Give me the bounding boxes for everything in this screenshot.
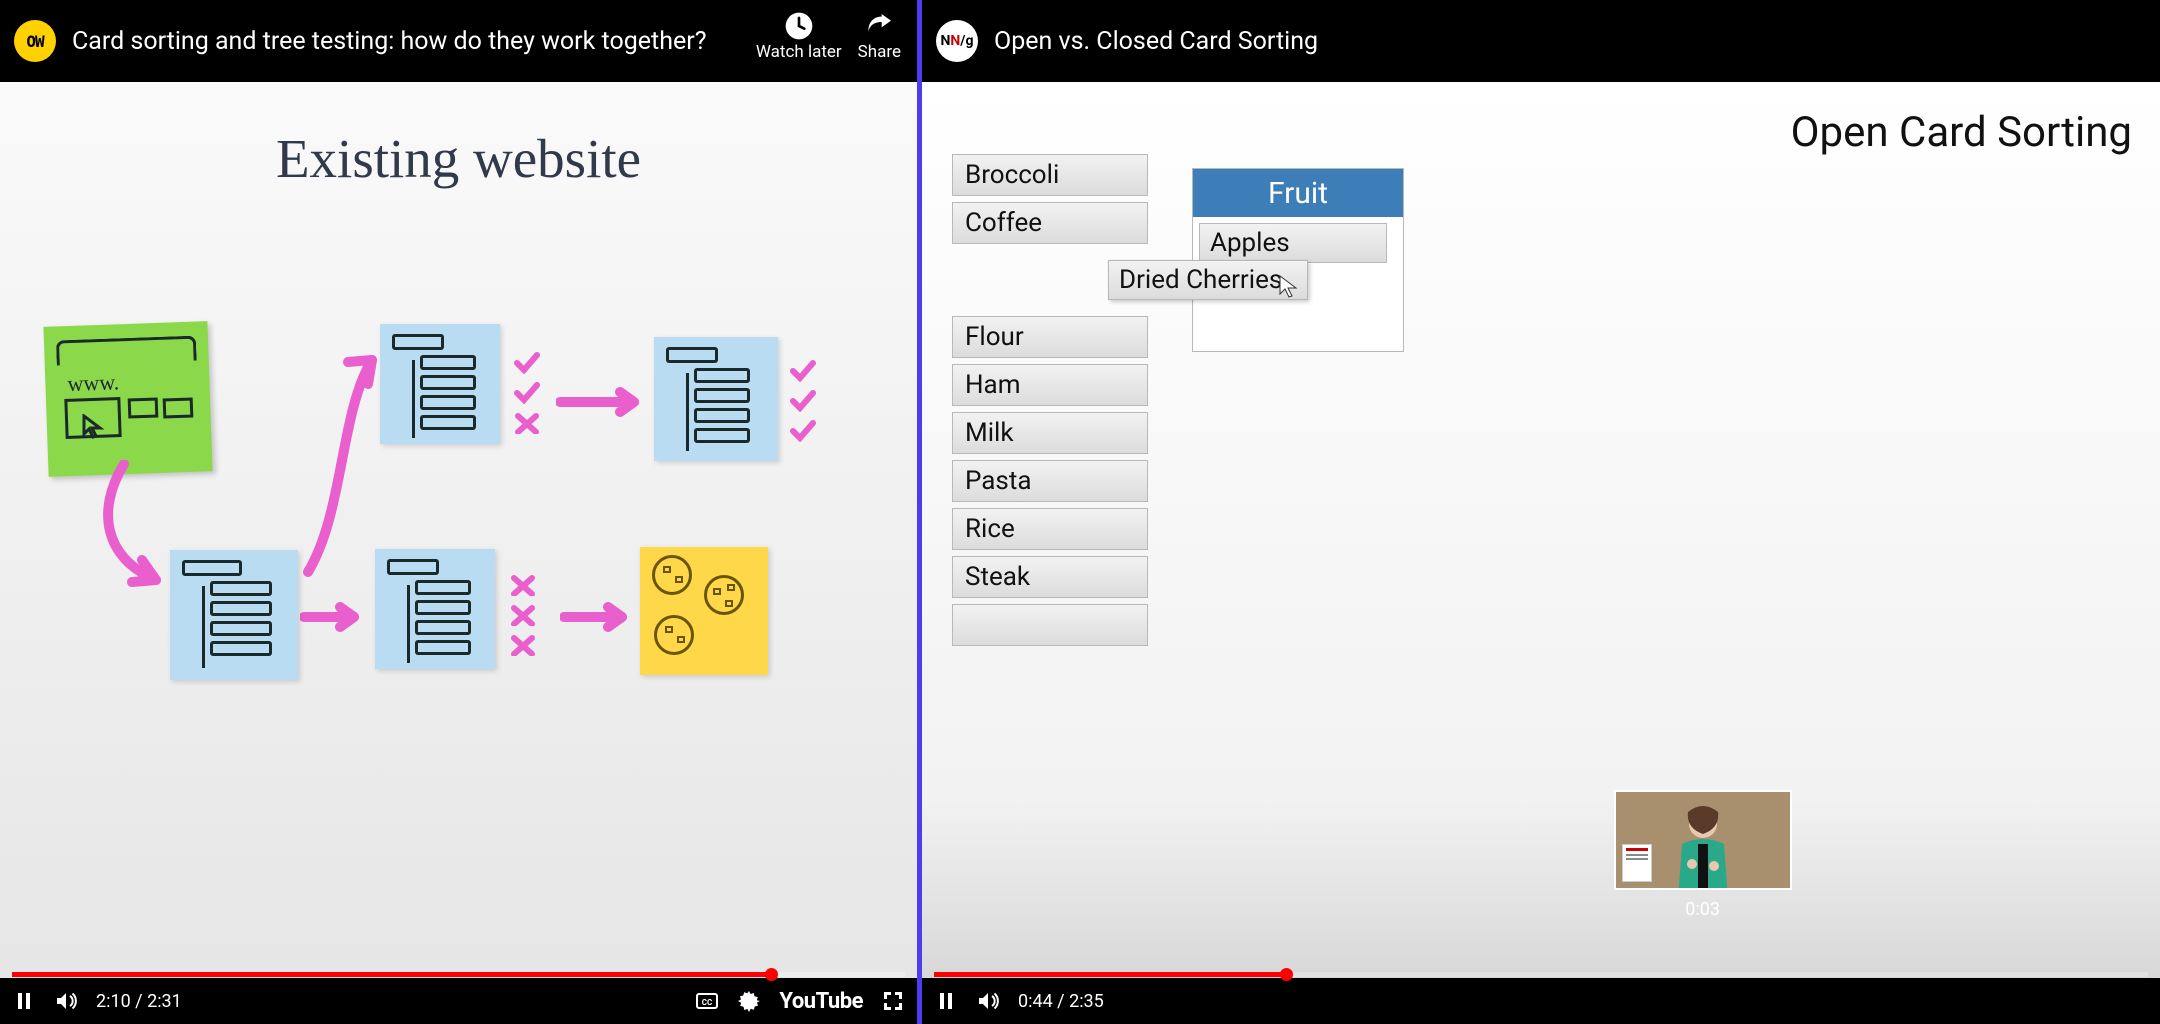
video-frame-right[interactable]: Open Card Sorting Broccoli Coffee Flour …	[922, 82, 2160, 978]
card-item: Milk	[952, 412, 1148, 454]
arrow-icon	[300, 602, 370, 632]
blue-sticky-tree	[170, 550, 298, 680]
video-header-left: OW Card sorting and tree testing: how do…	[0, 0, 917, 82]
clock-icon	[783, 10, 815, 42]
share-button[interactable]: Share	[858, 10, 901, 62]
card-item: Coffee	[952, 202, 1148, 244]
card-item: Flour	[952, 316, 1148, 358]
time-display: 2:10 / 2:31	[96, 991, 182, 1012]
check-marks	[514, 352, 540, 434]
card-item: Pasta	[952, 460, 1148, 502]
category-header: Fruit	[1193, 169, 1403, 217]
player-controls-left: 2:10 / 2:31 CC YouTube	[0, 978, 917, 1024]
card-item: .	[952, 604, 1148, 646]
green-box	[163, 397, 194, 418]
card-column: Broccoli Coffee Flour Ham Milk Pasta Ric…	[952, 154, 1148, 646]
watch-later-button[interactable]: Watch later	[756, 10, 842, 62]
pause-icon[interactable]	[12, 989, 36, 1013]
card-item: Steak	[952, 556, 1148, 598]
arrow-icon	[560, 602, 640, 632]
captions-icon[interactable]: CC	[695, 989, 719, 1013]
volume-icon[interactable]	[976, 989, 1000, 1013]
slide-title: Open Card Sorting	[1791, 108, 2132, 157]
progress-bar[interactable]	[12, 972, 905, 977]
card-item: Broccoli	[952, 154, 1148, 196]
blue-sticky-tree	[654, 337, 778, 461]
video-header-right: NN/g Open vs. Closed Card Sorting	[922, 0, 2160, 82]
yellow-sticky-cookies	[640, 547, 768, 675]
cursor-icon	[82, 414, 108, 440]
arrow-icon	[300, 342, 388, 582]
arrow-icon	[556, 387, 652, 417]
video-pane-left: OW Card sorting and tree testing: how do…	[0, 0, 917, 1024]
x-marks	[510, 574, 536, 656]
pause-icon[interactable]	[934, 989, 958, 1013]
video-title: Open vs. Closed Card Sorting	[994, 27, 1318, 56]
youtube-logo[interactable]: YouTube	[779, 989, 863, 1014]
blue-sticky-tree	[380, 324, 500, 444]
card-item: Rice	[952, 508, 1148, 550]
share-icon	[863, 10, 895, 42]
volume-icon[interactable]	[54, 989, 78, 1013]
player-controls-right: 0:44 / 2:35	[922, 978, 2160, 1024]
slide-title: Existing website	[0, 127, 917, 190]
channel-avatar[interactable]: NN/g	[936, 20, 978, 62]
fullscreen-icon[interactable]	[881, 989, 905, 1013]
check-marks	[790, 360, 816, 442]
watch-later-label: Watch later	[756, 42, 842, 62]
card-item: Apples	[1199, 223, 1387, 263]
settings-icon[interactable]	[737, 989, 761, 1013]
seek-preview-time: 0:03	[1685, 899, 1720, 920]
card-item: Ham	[952, 364, 1148, 406]
green-box	[128, 397, 159, 418]
svg-text:CC: CC	[702, 998, 712, 1007]
share-label: Share	[858, 42, 901, 62]
seek-thumbnail	[1614, 790, 1792, 890]
video-pane-right: NN/g Open vs. Closed Card Sorting Open C…	[922, 0, 2160, 1024]
blue-sticky-tree	[375, 549, 495, 669]
progress-bar[interactable]	[934, 972, 2148, 977]
channel-avatar[interactable]: OW	[14, 20, 56, 62]
cursor-icon	[1278, 274, 1302, 298]
time-display: 0:44 / 2:35	[1018, 991, 1104, 1012]
presenter-icon	[1668, 804, 1738, 890]
video-title: Card sorting and tree testing: how do th…	[72, 27, 707, 56]
video-frame-left[interactable]: Existing website	[0, 82, 917, 978]
